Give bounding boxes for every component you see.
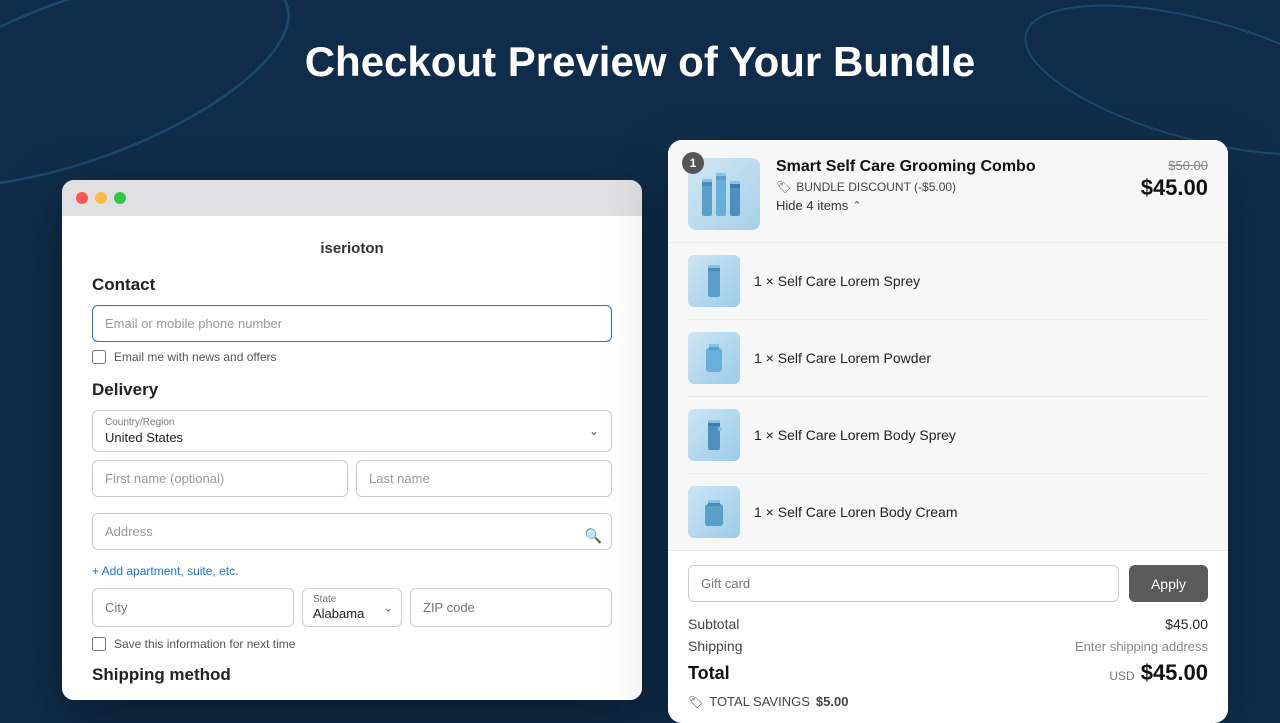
gift-card-row: Apply: [688, 565, 1208, 602]
store-name: iserioton: [92, 240, 612, 257]
country-select[interactable]: Country/Region United States ⌄: [92, 410, 612, 452]
zip-input[interactable]: [410, 588, 612, 627]
product-item: 1 × Self Care Lorem Powder: [688, 320, 1208, 397]
traffic-light-red[interactable]: [76, 192, 88, 204]
browser-window: iserioton Contact Email me with news and…: [62, 180, 642, 700]
bundle-discount-row: 🏷 BUNDLE DISCOUNT (-$5.00): [776, 180, 1129, 194]
country-value: United States: [93, 428, 611, 451]
delivery-section: Delivery Country/Region United States ⌄ …: [92, 380, 612, 651]
gift-card-input[interactable]: [688, 565, 1119, 602]
product-item: 1 × Self Care Lorem Sprey: [688, 243, 1208, 320]
contact-label: Contact: [92, 275, 612, 295]
product-image-3: [688, 409, 740, 461]
original-price: $50.00: [1141, 158, 1208, 173]
product-image-2: [688, 332, 740, 384]
shipping-method-label: Shipping method: [92, 665, 612, 685]
page-title: Checkout Preview of Your Bundle: [0, 0, 1280, 86]
total-amount: $45.00: [1141, 660, 1208, 686]
total-row: Total USD $45.00: [688, 660, 1208, 686]
product-item: 1 × Self Care Loren Body Cream: [688, 474, 1208, 550]
product-item: 1 × Self Care Lorem Body Sprey: [688, 397, 1208, 474]
last-name-input[interactable]: [356, 460, 612, 497]
shipping-row: Shipping Enter shipping address: [688, 638, 1208, 654]
traffic-light-yellow[interactable]: [95, 192, 107, 204]
address-search-icon: 🔍: [585, 527, 602, 544]
bundle-badge: 1: [682, 152, 704, 174]
product-name-3: 1 × Self Care Lorem Body Sprey: [754, 427, 956, 443]
hide-items-button[interactable]: Hide 4 items ⌃: [776, 198, 1129, 213]
savings-label: TOTAL SAVINGS: [709, 694, 810, 709]
summary-bottom: Apply Subtotal $45.00 Shipping Enter shi…: [668, 550, 1228, 723]
bundle-image-wrapper: 1: [688, 158, 760, 230]
chevron-up-icon: ⌃: [852, 199, 861, 212]
total-label: Total: [688, 663, 730, 684]
savings-tag-icon: 🏷: [688, 695, 703, 709]
bundle-discount-text: BUNDLE DISCOUNT (-$5.00): [796, 180, 956, 194]
hide-items-text: Hide 4 items: [776, 198, 848, 213]
newsletter-checkbox[interactable]: [92, 350, 106, 364]
bundle-name: Smart Self Care Grooming Combo: [776, 158, 1129, 176]
save-info-checkbox[interactable]: [92, 637, 106, 651]
save-info-row: Save this information for next time: [92, 637, 612, 651]
address-input[interactable]: [92, 513, 612, 550]
order-summary-card: 1 Smart Self Care Grooming Combo: [668, 140, 1228, 723]
product-name-1: 1 × Self Care Lorem Sprey: [754, 273, 920, 289]
discounted-price: $45.00: [1141, 175, 1208, 201]
country-chevron-icon: ⌄: [589, 424, 599, 438]
traffic-light-green[interactable]: [114, 192, 126, 204]
browser-content: iserioton Contact Email me with news and…: [62, 216, 642, 700]
bundle-header: 1 Smart Self Care Grooming Combo: [668, 140, 1228, 243]
tag-icon: 🏷: [776, 180, 791, 194]
apply-button[interactable]: Apply: [1129, 565, 1208, 602]
add-suite-link[interactable]: + Add apartment, suite, etc.: [92, 564, 612, 578]
delivery-label: Delivery: [92, 380, 612, 400]
bundle-info: Smart Self Care Grooming Combo 🏷 BUNDLE …: [776, 158, 1129, 213]
product-name-2: 1 × Self Care Lorem Powder: [754, 350, 931, 366]
city-input[interactable]: [92, 588, 294, 627]
contact-section: Contact Email me with news and offers: [92, 275, 612, 364]
subtotal-label: Subtotal: [688, 616, 739, 632]
bundle-price-block: $50.00 $45.00: [1141, 158, 1208, 201]
address-wrapper: 🔍: [92, 513, 612, 558]
subtotal-row: Subtotal $45.00: [688, 616, 1208, 632]
browser-titlebar: [62, 180, 642, 216]
first-name-input[interactable]: [92, 460, 348, 497]
country-label: Country/Region: [93, 411, 611, 428]
total-value-block: USD $45.00: [1109, 660, 1208, 686]
city-state-zip-row: State Alabama ⌄: [92, 588, 612, 627]
save-info-label: Save this information for next time: [114, 637, 295, 651]
state-select[interactable]: State Alabama ⌄: [302, 588, 402, 627]
savings-row: 🏷 TOTAL SAVINGS $5.00: [688, 694, 1208, 709]
total-currency: USD: [1109, 669, 1134, 683]
savings-amount: $5.00: [816, 694, 849, 709]
state-chevron-icon: ⌄: [384, 601, 393, 614]
name-row: [92, 460, 612, 505]
items-list: 1 × Self Care Lorem Sprey 1 × Self Care …: [668, 243, 1228, 550]
subtotal-value: $45.00: [1165, 616, 1208, 632]
shipping-value: Enter shipping address: [1075, 639, 1208, 654]
newsletter-row: Email me with news and offers: [92, 350, 612, 364]
product-image-1: [688, 255, 740, 307]
newsletter-label: Email me with news and offers: [114, 350, 277, 364]
product-name-4: 1 × Self Care Loren Body Cream: [754, 504, 958, 520]
email-input[interactable]: [92, 305, 612, 342]
shipping-label: Shipping: [688, 638, 743, 654]
product-image-4: [688, 486, 740, 538]
